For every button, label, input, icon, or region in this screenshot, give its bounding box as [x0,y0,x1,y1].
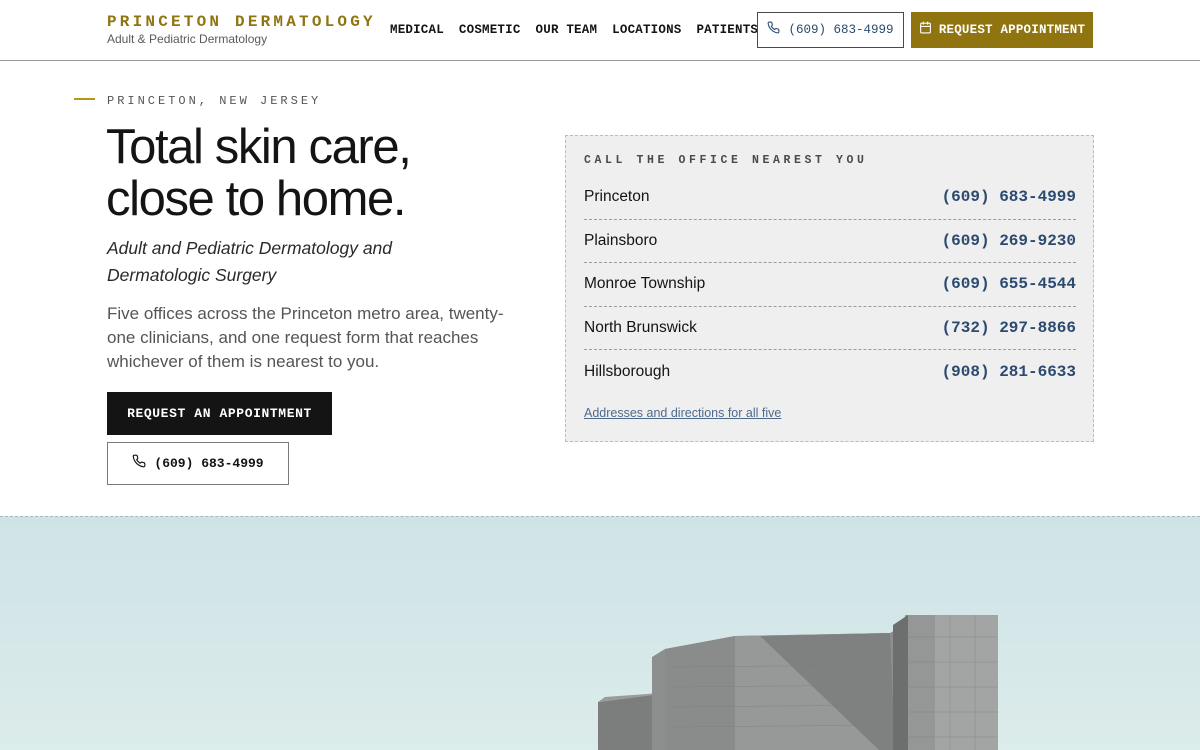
office-row-princeton: Princeton (609) 683-4999 [584,176,1076,220]
nav-item-cosmetic[interactable]: COSMETIC [459,22,521,38]
office-list: Princeton (609) 683-4999 Plainsboro (609… [584,176,1076,394]
phone-icon [767,21,780,39]
calendar-icon [919,21,932,39]
office-phone-link[interactable]: (609) 683-4999 [942,188,1076,206]
site-header: PRINCETON DERMATOLOGY Adult & Pediatric … [0,0,1200,61]
description-line: one clinicians, and one request form tha… [107,328,479,347]
brand-logo[interactable]: PRINCETON DERMATOLOGY Adult & Pediatric … [107,12,376,47]
phone-icon [132,454,146,473]
office-phone-link[interactable]: (609) 655-4544 [942,275,1076,293]
header-phone-button[interactable]: (609) 683-4999 [757,12,904,48]
call-phone-button[interactable]: (609) 683-4999 [107,442,289,485]
hero-subhead: Adult and Pediatric Dermatology and Derm… [107,235,527,288]
description-line: Five offices across the Princeton metro … [107,304,504,323]
nav-item-locations[interactable]: LOCATIONS [612,22,681,38]
request-an-appointment-button[interactable]: REQUEST AN APPOINTMENT [107,392,332,435]
headline-line: close to home. [106,172,406,226]
office-name: Princeton [584,188,650,206]
call-phone-label: (609) 683-4999 [154,456,264,471]
offices-card: CALL THE OFFICE NEAREST YOU Princeton (6… [565,135,1094,442]
request-appointment-label: REQUEST APPOINTMENT [938,23,1086,37]
offices-card-title: CALL THE OFFICE NEAREST YOU [584,154,868,167]
eyebrow-rule [74,98,95,100]
building-illustration [598,615,998,750]
subhead-line: Dermatologic Surgery [107,264,277,285]
main-nav: MEDICAL COSMETIC OUR TEAM LOCATIONS PATI… [390,22,773,38]
request-appointment-button[interactable]: REQUEST APPOINTMENT [911,12,1093,48]
directions-link[interactable]: Addresses and directions for all five [584,406,781,420]
headline-line: Total skin care, [106,120,412,174]
hero-headline: Total skin care, close to home. [106,121,546,225]
brand-name: PRINCETON DERMATOLOGY [107,13,376,31]
nav-item-medical[interactable]: MEDICAL [390,22,444,38]
office-phone-link[interactable]: (609) 269-9230 [942,232,1076,250]
nav-item-our-team[interactable]: OUR TEAM [536,22,598,38]
office-row-north-brunswick: North Brunswick (732) 297-8866 [584,307,1076,350]
office-row-plainsboro: Plainsboro (609) 269-9230 [584,220,1076,263]
office-row-monroe-township: Monroe Township (609) 655-4544 [584,263,1076,307]
nav-item-patients[interactable]: PATIENTS [696,22,758,38]
header-phone-label: (609) 683-4999 [788,23,894,37]
subhead-line: Adult and Pediatric Dermatology and [107,238,393,258]
hero-description: Five offices across the Princeton metro … [107,302,527,374]
office-phone-link[interactable]: (732) 297-8866 [942,319,1076,337]
office-name: Monroe Township [584,275,706,293]
office-name: Plainsboro [584,231,658,249]
hero-building-image [0,516,1200,750]
office-phone-link[interactable]: (908) 281-6633 [942,363,1076,381]
office-name: Hillsborough [584,362,671,380]
office-row-hillsborough: Hillsborough (908) 281-6633 [584,350,1076,394]
office-name: North Brunswick [584,318,697,336]
brand-tagline: Adult & Pediatric Dermatology [107,32,268,46]
location-eyebrow: PRINCETON, NEW JERSEY [107,94,322,108]
description-line: whichever of them is nearest to you. [107,352,380,371]
